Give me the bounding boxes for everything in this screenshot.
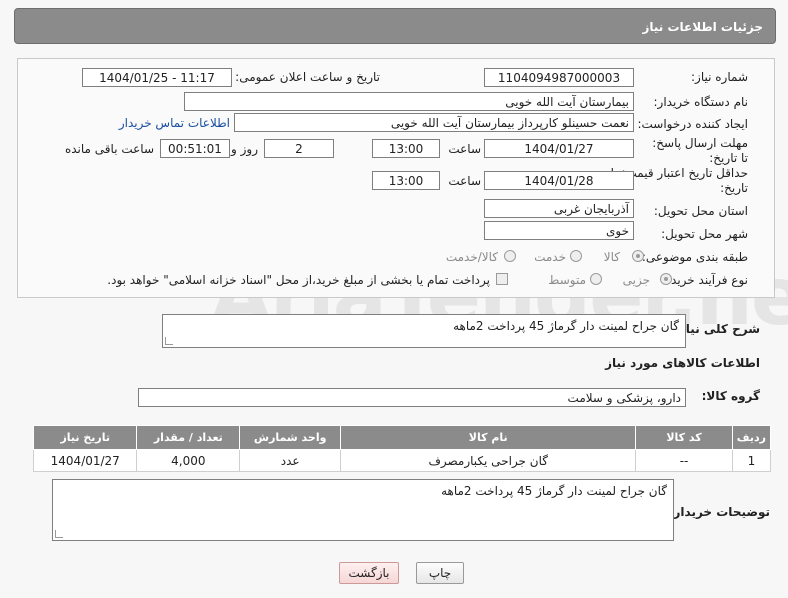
city-field: خوی <box>484 221 634 240</box>
print-button[interactable]: چاپ <box>416 562 464 584</box>
treasury-payment-checkbox[interactable] <box>496 273 508 285</box>
goods-group-label: گروه کالا: <box>701 389 760 403</box>
deadline-time-field: 13:00 <box>372 139 440 158</box>
category-both-label: کالا/خدمت <box>445 250 498 264</box>
table-row: 1 -- گان جراحی یکبارمصرف عدد 4,000 1404/… <box>32 449 772 472</box>
page-title: جزئیات اطلاعات نیاز <box>642 20 763 34</box>
price-validity-date-field: 1404/01/28 <box>484 171 634 190</box>
creator-label: ایجاد کننده درخواست: <box>637 117 748 131</box>
deadline-time-label: ساعت <box>448 142 481 156</box>
resize-handle <box>165 337 173 345</box>
col-header-unit: واحد شمارش <box>239 425 342 450</box>
category-goods-radio[interactable] <box>632 250 644 262</box>
cell-name: گان جراحی یکبارمصرف <box>340 449 637 472</box>
need-number-label: شماره نیاز: <box>691 70 748 84</box>
category-label: طبقه بندی موضوعی: <box>641 250 748 264</box>
deadline-label: مهلت ارسال پاسخ: تا تاریخ: <box>652 136 748 165</box>
col-header-date: تاریخ نیاز <box>32 425 138 450</box>
buyer-org-field: بیمارستان آیت الله خویی <box>184 92 634 111</box>
contact-info-link[interactable]: اطلاعات تماس خریدار <box>119 116 230 130</box>
description-label: شرح کلی نیاز: <box>674 322 760 336</box>
col-header-code: کد کالا <box>635 425 733 450</box>
category-goods-label: کالا <box>603 250 620 264</box>
category-service-label: خدمت <box>534 250 566 264</box>
creator-field: نعمت حسینلو کارپرداز بیمارستان آیت الله … <box>234 113 634 132</box>
cell-code: -- <box>635 449 733 472</box>
cell-qty: 4,000 <box>136 449 241 472</box>
deadline-date-field: 1404/01/27 <box>484 139 634 158</box>
table-header-row: ردیف کد کالا نام کالا واحد شمارش تعداد /… <box>32 425 772 450</box>
description-text: گان جراح لمینت دار گرماژ 45 پرداخت 2ماهه <box>453 319 679 333</box>
page-header: جزئیات اطلاعات نیاز <box>14 8 776 44</box>
col-header-row-num: ردیف <box>731 425 772 450</box>
need-number-field: 1104094987000003 <box>484 68 634 87</box>
cell-row-num: 1 <box>731 449 772 472</box>
cell-unit: عدد <box>239 449 342 472</box>
price-validity-time-label: ساعت <box>448 174 481 188</box>
back-button[interactable]: بازگشت <box>339 562 399 584</box>
province-field: آذربایجان غربی <box>484 199 634 218</box>
process-label: نوع فرآیند خرید : <box>663 273 748 287</box>
process-minor-label: جزیی <box>622 273 650 287</box>
process-medium-label: متوسط <box>548 273 586 287</box>
buyer-notes-textarea: گان جراح لمینت دار گرماژ 45 پرداخت 2ماهه <box>52 479 674 541</box>
remaining-label: ساعت باقی مانده <box>64 142 154 156</box>
announce-field: 1404/01/25 - 11:17 <box>82 68 232 87</box>
col-header-name: نام کالا <box>340 425 637 450</box>
buyer-notes-text: گان جراح لمینت دار گرماژ 45 پرداخت 2ماهه <box>441 484 667 498</box>
goods-table: ردیف کد کالا نام کالا واحد شمارش تعداد /… <box>32 425 772 472</box>
resize-handle <box>55 530 63 538</box>
buyer-notes-label: توضیحات خریدار: <box>668 505 770 519</box>
process-minor-radio[interactable] <box>660 273 672 285</box>
description-textarea: گان جراح لمینت دار گرماژ 45 پرداخت 2ماهه <box>162 314 686 348</box>
process-medium-radio[interactable] <box>590 273 602 285</box>
category-service-radio[interactable] <box>570 250 582 262</box>
days-label: روز و <box>231 142 258 156</box>
province-label: استان محل تحویل: <box>653 204 748 218</box>
payment-note: پرداخت تمام یا بخشی از مبلغ خرید،از محل … <box>107 273 490 287</box>
goods-section-title: اطلاعات کالاهای مورد نیاز <box>605 356 760 370</box>
cell-date: 1404/01/27 <box>32 449 138 472</box>
buyer-org-label: نام دستگاه خریدار: <box>653 95 749 109</box>
city-label: شهر محل تحویل: <box>661 227 748 241</box>
days-field: 2 <box>264 139 334 158</box>
category-both-radio[interactable] <box>504 250 516 262</box>
announce-label: تاریخ و ساعت اعلان عمومی: <box>235 70 380 84</box>
goods-group-field: دارو، پزشکی و سلامت <box>138 388 686 407</box>
price-validity-time-field: 13:00 <box>372 171 440 190</box>
remaining-time-field: 00:51:01 <box>160 139 230 158</box>
col-header-qty: تعداد / مقدار <box>136 425 241 450</box>
